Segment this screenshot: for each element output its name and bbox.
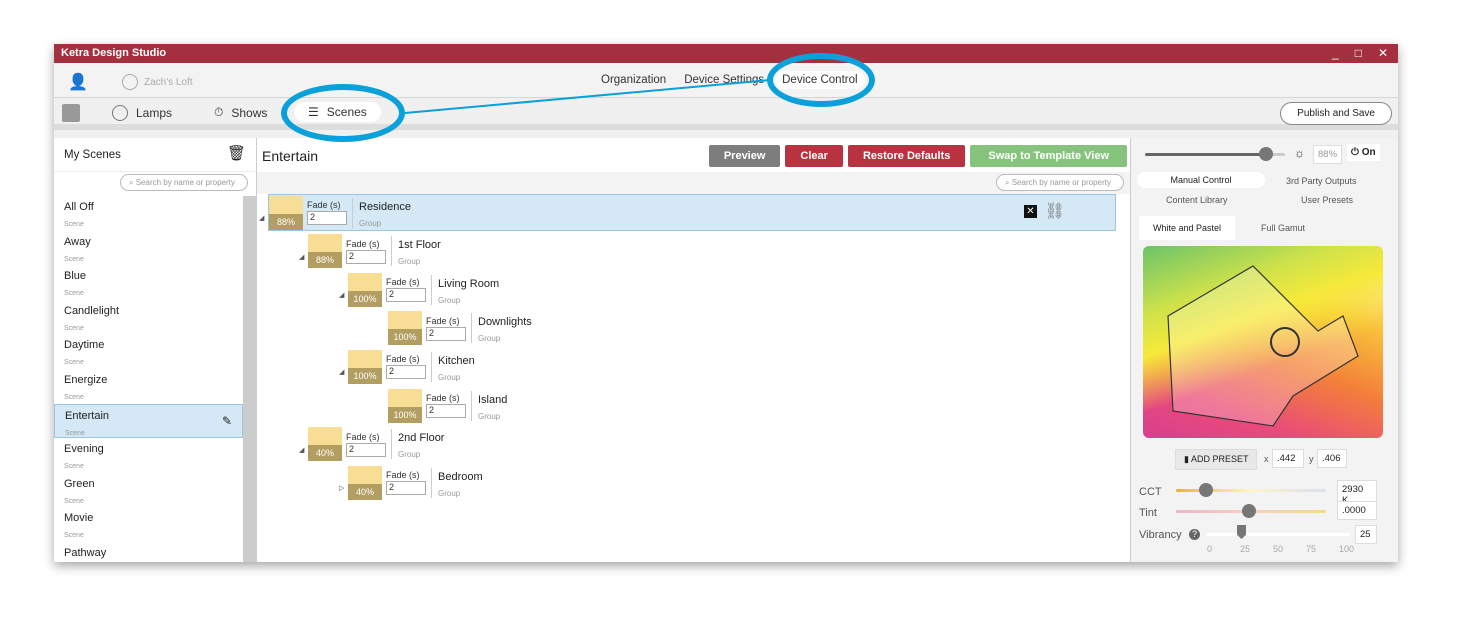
annotation-line	[404, 79, 771, 114]
